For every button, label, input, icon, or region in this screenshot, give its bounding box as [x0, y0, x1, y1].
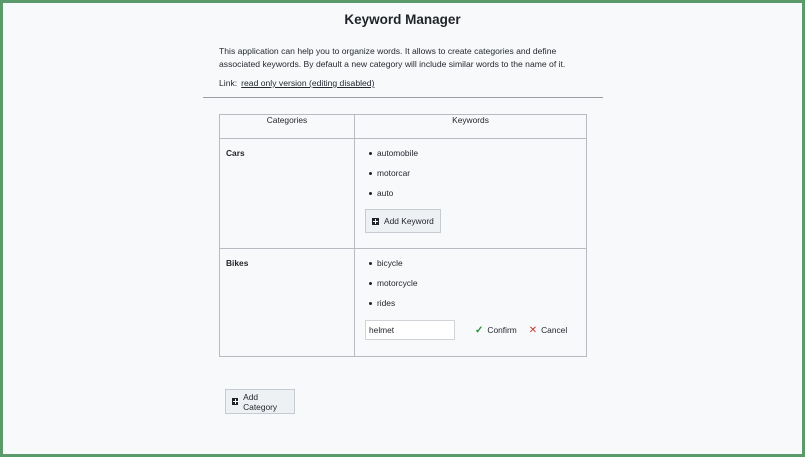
add-keyword-label: Add Keyword [384, 216, 434, 226]
keyword-item: rides [369, 293, 576, 313]
add-category-button[interactable]: Add Category [225, 389, 295, 414]
confirm-label: Confirm [487, 325, 517, 335]
category-name: Bikes [219, 248, 355, 357]
table-row: Bikes bicycle motorcycle rides ✓ Confirm… [219, 248, 587, 357]
keyword-list: bicycle motorcycle rides [365, 253, 576, 313]
keyword-item: automobile [369, 143, 576, 163]
new-keyword-editor: ✓ Confirm ✕ Cancel [365, 319, 576, 341]
column-header-categories: Categories [219, 114, 355, 139]
keywords-cell: automobile motorcar auto Add Keyword [354, 138, 587, 249]
check-icon: ✓ [475, 324, 484, 336]
x-icon: ✕ [528, 324, 538, 336]
new-keyword-input[interactable] [365, 320, 455, 340]
link-row: Link: read only version (editing disabled… [219, 78, 374, 88]
read-only-link[interactable]: read only version (editing disabled) [241, 78, 374, 88]
keyword-item: bicycle [369, 253, 576, 273]
table-row: Cars automobile motorcar auto Add Keywor… [219, 138, 587, 249]
category-name: Cars [219, 138, 355, 249]
keyword-item: motorcycle [369, 273, 576, 293]
link-label: Link: [219, 78, 238, 88]
page-title: Keyword Manager [344, 12, 461, 27]
table-header-row: Categories Keywords [219, 114, 587, 139]
keyword-list: automobile motorcar auto [365, 143, 576, 203]
column-header-keywords: Keywords [354, 114, 587, 139]
intro-text: This application can help you to organiz… [219, 46, 566, 69]
add-keyword-button[interactable]: Add Keyword [365, 209, 441, 233]
keyword-item: motorcar [369, 163, 576, 183]
keywords-table: Categories Keywords Cars automobile moto… [219, 114, 587, 357]
divider [203, 97, 603, 98]
confirm-button[interactable]: ✓ Confirm [475, 325, 517, 336]
plus-square-icon [372, 217, 379, 225]
keyword-item: auto [369, 183, 576, 203]
add-category-label: Add Category [243, 391, 278, 412]
cancel-label: Cancel [541, 325, 568, 335]
plus-square-icon [232, 398, 239, 405]
keywords-cell: bicycle motorcycle rides ✓ Confirm ✕ Can… [354, 248, 587, 357]
cancel-button[interactable]: ✕ Cancel [529, 325, 567, 336]
